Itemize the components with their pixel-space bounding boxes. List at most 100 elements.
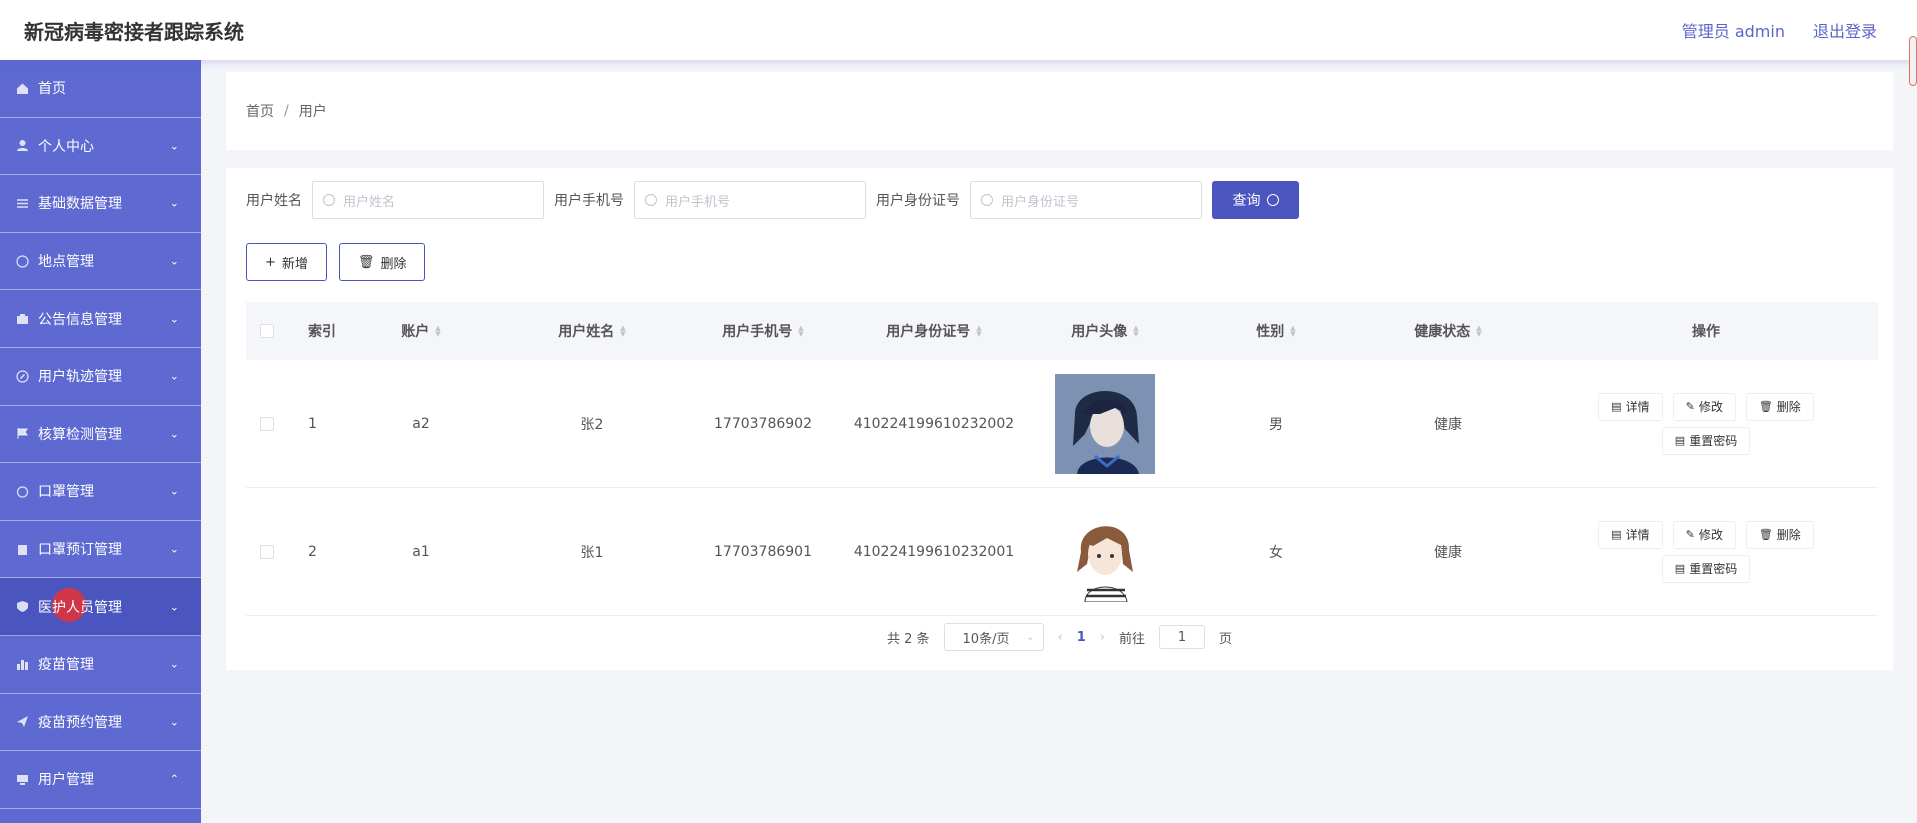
header-id-label: 用户身份证号 bbox=[886, 324, 971, 340]
id-search-input[interactable]: 用户身份证号 bbox=[970, 181, 1202, 219]
sidebar-item-label: 用户轨迹管理 bbox=[38, 369, 122, 386]
header-id-card[interactable]: 用户身份证号 ▲ ▼ bbox=[848, 302, 1020, 360]
next-page-icon[interactable]: › bbox=[1100, 630, 1105, 645]
user-icon bbox=[14, 138, 30, 154]
row-check-cell bbox=[246, 360, 288, 487]
sidebar-item-users[interactable]: 用户管理 ⌃ bbox=[0, 751, 201, 809]
sort-icon[interactable]: ▲ ▼ bbox=[1476, 325, 1481, 338]
edit-button[interactable]: ✎ 修改 bbox=[1672, 520, 1736, 549]
sidebar-item-vaccine[interactable]: 疫苗管理 ⌄ bbox=[0, 636, 201, 694]
sidebar-item-profile[interactable]: 个人中心 ⌄ bbox=[0, 118, 201, 176]
header-phone[interactable]: 用户手机号 ▲ ▼ bbox=[678, 302, 848, 360]
detail-label: 详情 bbox=[1625, 528, 1650, 542]
goto-label: 前往 bbox=[1118, 631, 1145, 647]
sidebar-item-home[interactable]: 首页 bbox=[0, 60, 201, 118]
chevron-down-icon: ⌄ bbox=[169, 369, 179, 383]
sidebar-item-medical-staff[interactable]: 医护人员管理 ⌄ bbox=[0, 578, 201, 636]
row-checkbox[interactable] bbox=[260, 416, 274, 431]
detail-label: 详情 bbox=[1625, 400, 1650, 414]
edit-label: 修改 bbox=[1698, 528, 1723, 542]
delete-row-label: 删除 bbox=[1776, 400, 1801, 414]
search-icon bbox=[981, 194, 993, 206]
sidebar-item-mask[interactable]: 口罩管理 ⌄ bbox=[0, 463, 201, 521]
sidebar-item-vaccine-booking[interactable]: 疫苗预约管理 ⌄ bbox=[0, 694, 201, 752]
sort-icon[interactable]: ▲ ▼ bbox=[976, 325, 981, 338]
document-icon: ▤ bbox=[1611, 400, 1622, 413]
sidebar: 首页 个人中心 ⌄ 基础数据管理 ⌄ 地点管理 ⌄ 公告信息管理 ⌄ 用户轨迹管… bbox=[0, 60, 201, 823]
sort-icon[interactable]: ▲ ▼ bbox=[435, 325, 440, 338]
search-icon bbox=[323, 194, 335, 206]
scrollbar-thumb[interactable] bbox=[1909, 36, 1917, 86]
sort-icon[interactable]: ▲ ▼ bbox=[1290, 325, 1295, 338]
name-search-placeholder: 用户姓名 bbox=[343, 194, 396, 210]
header-sex[interactable]: 性别 ▲ ▼ bbox=[1190, 302, 1362, 360]
query-button[interactable]: 查询 bbox=[1212, 181, 1299, 219]
sidebar-item-notice[interactable]: 公告信息管理 ⌄ bbox=[0, 290, 201, 348]
edit-button[interactable]: ✎ 修改 bbox=[1672, 392, 1736, 421]
sidebar-item-track[interactable]: 用户轨迹管理 ⌄ bbox=[0, 348, 201, 406]
table-row: 2 a1 张1 17703786901 410224199610232001 女… bbox=[246, 488, 1878, 616]
sidebar-item-label: 医护人员管理 bbox=[38, 599, 122, 616]
header-account[interactable]: 账户 ▲ ▼ bbox=[336, 302, 506, 360]
top-right-links: 管理员 admin 退出登录 bbox=[1682, 0, 1877, 60]
header-name[interactable]: 用户姓名 ▲ ▼ bbox=[506, 302, 678, 360]
plus-icon: + bbox=[265, 254, 276, 270]
prev-page-icon[interactable]: ‹ bbox=[1058, 630, 1063, 645]
name-search-input[interactable]: 用户姓名 bbox=[312, 181, 544, 219]
admin-user-label[interactable]: 管理员 admin bbox=[1682, 18, 1785, 42]
sidebar-item-base-data[interactable]: 基础数据管理 ⌄ bbox=[0, 175, 201, 233]
sidebar-item-test[interactable]: 核算检测管理 ⌄ bbox=[0, 406, 201, 464]
reset-password-button[interactable]: ▤ 重置密码 bbox=[1661, 554, 1751, 583]
avatar bbox=[1055, 373, 1155, 474]
cell-account: a2 bbox=[412, 415, 430, 432]
briefcase-icon bbox=[14, 311, 30, 327]
breadcrumb-current: 用户 bbox=[298, 104, 327, 120]
sidebar-item-label: 基础数据管理 bbox=[38, 196, 122, 213]
detail-button[interactable]: ▤ 详情 bbox=[1598, 520, 1663, 549]
sort-icon[interactable]: ▲ ▼ bbox=[1133, 325, 1138, 338]
page-size-select[interactable]: 10条/页 ⌄ bbox=[943, 623, 1044, 651]
chevron-down-icon: ⌄ bbox=[169, 139, 179, 153]
chevron-down-icon: ⌄ bbox=[169, 312, 179, 326]
chevron-up-icon: ⌃ bbox=[169, 772, 179, 786]
timer-icon bbox=[14, 483, 30, 499]
total-count: 共 2 条 bbox=[886, 631, 930, 647]
sidebar-item-label: 用户管理 bbox=[38, 772, 94, 789]
cell-index: 2 bbox=[308, 543, 317, 560]
phone-search-input[interactable]: 用户手机号 bbox=[634, 181, 866, 219]
detail-button[interactable]: ▤ 详情 bbox=[1598, 392, 1663, 421]
batch-delete-button[interactable]: 🗑 删除 bbox=[338, 243, 426, 281]
sidebar-item-label: 首页 bbox=[38, 81, 66, 98]
cell-health: 健康 bbox=[1434, 416, 1462, 433]
cell-avatar bbox=[1020, 488, 1190, 615]
reset-password-button[interactable]: ▤ 重置密码 bbox=[1661, 426, 1751, 455]
delete-button[interactable]: 🗑 删除 bbox=[1745, 520, 1814, 549]
breadcrumb-home[interactable]: 首页 bbox=[246, 101, 274, 121]
row-checkbox[interactable] bbox=[260, 544, 274, 559]
edit-label: 修改 bbox=[1698, 400, 1723, 414]
sidebar-item-location[interactable]: 地点管理 ⌄ bbox=[0, 233, 201, 291]
delete-label: 删除 bbox=[380, 256, 407, 272]
header-avatar[interactable]: 用户头像 ▲ ▼ bbox=[1020, 302, 1190, 360]
sidebar-item-label: 公告信息管理 bbox=[38, 311, 122, 328]
cell-health: 健康 bbox=[1434, 544, 1462, 561]
sort-icon[interactable]: ▲ ▼ bbox=[620, 325, 625, 338]
reset-label: 重置密码 bbox=[1689, 562, 1738, 576]
sort-icon[interactable]: ▲ ▼ bbox=[798, 325, 803, 338]
row-check-cell bbox=[246, 488, 288, 615]
logout-link[interactable]: 退出登录 bbox=[1813, 18, 1877, 42]
add-button[interactable]: + 新增 bbox=[246, 243, 327, 281]
delete-button[interactable]: 🗑 删除 bbox=[1745, 392, 1814, 421]
sidebar-item-mask-order[interactable]: 口罩预订管理 ⌄ bbox=[0, 521, 201, 579]
page-number[interactable]: 1 bbox=[1077, 630, 1086, 645]
globe-icon bbox=[14, 253, 30, 269]
cell-name: 张1 bbox=[580, 544, 604, 561]
cell-phone: 17703786902 bbox=[714, 415, 812, 432]
send-icon bbox=[14, 714, 30, 730]
table-header: 索引 账户 ▲ ▼ 用户姓名 ▲ ▼ 用户手机号 ▲ ▼ 用户身份证号 ▲ ▼ 用户头像 ▲ ▼ 性… bbox=[246, 302, 1878, 360]
app-title: 新冠病毒密接者跟踪系统 bbox=[24, 19, 244, 44]
goto-value: 1 bbox=[1177, 629, 1187, 645]
select-all-checkbox[interactable] bbox=[260, 324, 274, 338]
goto-page-input[interactable]: 1 bbox=[1159, 625, 1205, 649]
header-health[interactable]: 健康状态 ▲ ▼ bbox=[1362, 302, 1534, 360]
